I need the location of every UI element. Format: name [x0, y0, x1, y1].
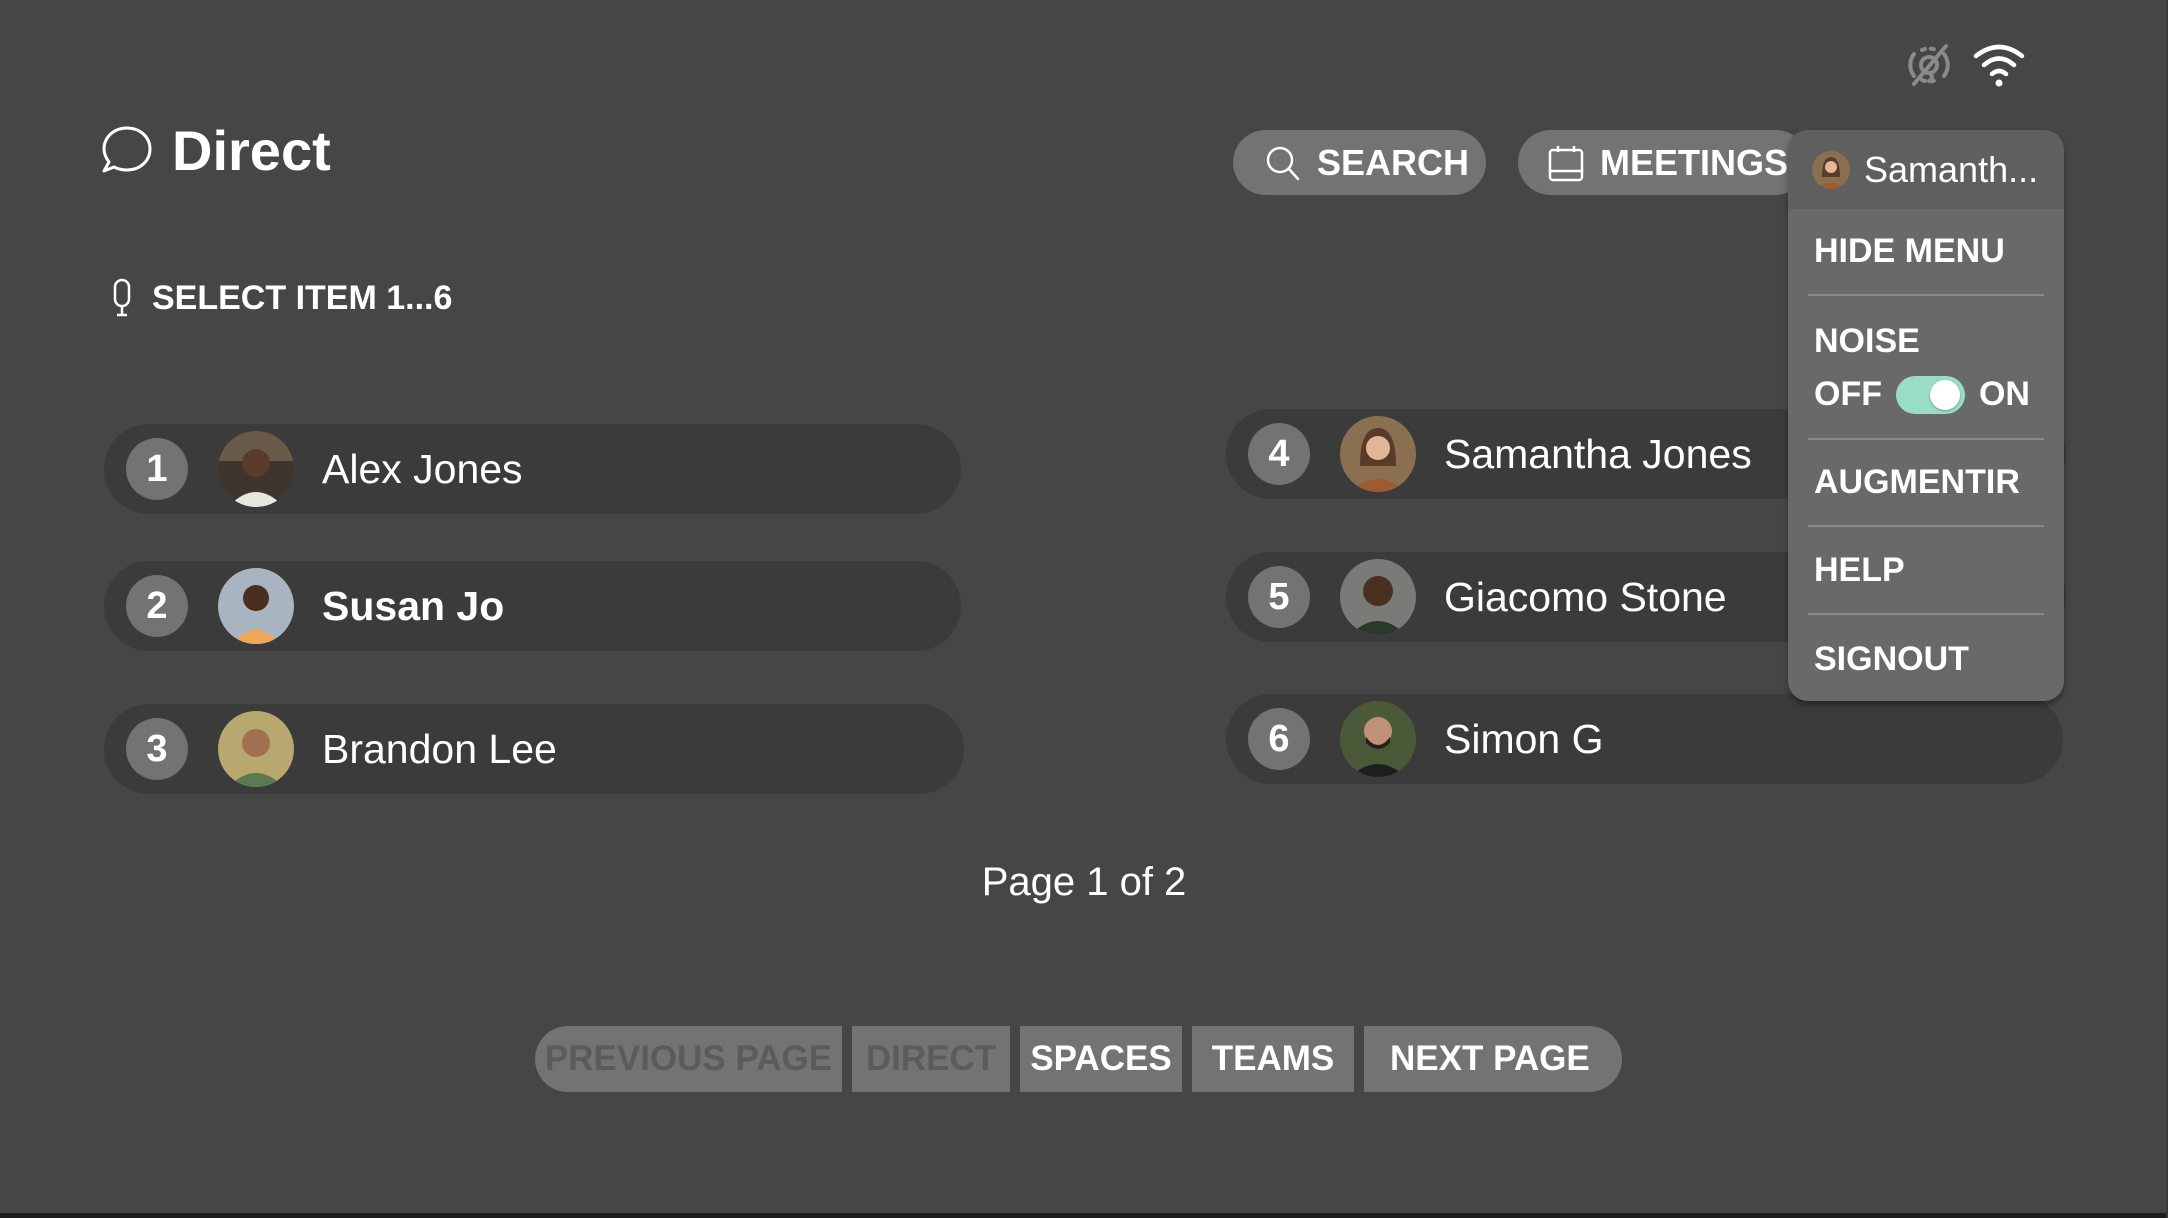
noise-off-label: OFF: [1814, 375, 1882, 413]
contact-name: Brandon Lee: [322, 725, 557, 772]
avatar: [218, 568, 294, 644]
noise-label: NOISE: [1814, 322, 1920, 360]
voice-hint-text: SELECT ITEM 1...6: [152, 278, 453, 317]
item-number-badge: 6: [1248, 708, 1310, 770]
chat-bubble-icon: [100, 124, 154, 178]
page-title: Direct: [100, 118, 331, 183]
direct-tab[interactable]: DIRECT: [852, 1026, 1010, 1092]
item-number-badge: 5: [1248, 566, 1310, 628]
user-menu: Samanth... HIDE MENU NOISE OFF ON AUGMEN…: [1788, 130, 2064, 701]
next-page-button[interactable]: NEXT PAGE: [1364, 1026, 1622, 1092]
search-icon: [1266, 146, 1300, 180]
page-indicator: Page 1 of 2: [981, 860, 1187, 904]
hide-menu-item[interactable]: HIDE MENU: [1788, 209, 2064, 294]
avatar: [218, 431, 294, 507]
camera-off-icon: [1902, 40, 1956, 90]
microphone-icon: [110, 278, 134, 318]
contact-name: Samantha Jones: [1444, 430, 1752, 477]
contact-name: Alex Jones: [322, 445, 523, 492]
avatar: [1340, 559, 1416, 635]
previous-page-button[interactable]: PREVIOUS PAGE: [535, 1026, 842, 1092]
user-avatar: [1812, 150, 1850, 189]
item-number-badge: 3: [126, 718, 188, 780]
item-number-badge: 1: [126, 438, 188, 500]
search-button-label: SEARCH: [1317, 141, 1470, 183]
item-number-badge: 2: [126, 575, 188, 637]
contact-row[interactable]: 1 Alex Jones: [104, 424, 961, 514]
toggle-knob: [1929, 379, 1960, 410]
meetings-button[interactable]: MEETINGS: [1518, 130, 1808, 195]
teams-tab[interactable]: TEAMS: [1192, 1026, 1354, 1092]
contact-row[interactable]: 2 Susan Jo: [104, 561, 961, 651]
avatar: [1340, 701, 1416, 777]
voice-hint: SELECT ITEM 1...6: [110, 278, 452, 318]
noise-toggle[interactable]: [1895, 375, 1965, 414]
search-button[interactable]: SEARCH: [1233, 130, 1486, 195]
page-title-text: Direct: [172, 119, 331, 182]
contact-row[interactable]: 3 Brandon Lee: [104, 704, 964, 794]
user-menu-header[interactable]: Samanth...: [1788, 130, 2064, 209]
avatar: [1340, 416, 1416, 492]
signout-item[interactable]: SIGNOUT: [1788, 615, 2064, 701]
item-number-badge: 4: [1248, 423, 1310, 485]
noise-setting: NOISE OFF ON: [1788, 296, 2064, 438]
avatar: [218, 711, 294, 787]
help-item[interactable]: HELP: [1788, 527, 2064, 613]
augmentir-item[interactable]: AUGMENTIR: [1788, 440, 2064, 525]
meetings-button-label: MEETINGS: [1600, 141, 1789, 183]
contact-name: Giacomo Stone: [1444, 573, 1727, 620]
user-name: Samanth...: [1864, 148, 2039, 190]
contact-row[interactable]: 6 Simon G: [1226, 694, 2063, 784]
bottom-edge: [0, 1213, 2168, 1218]
contact-name: Simon G: [1444, 715, 1604, 762]
wifi-icon: [1972, 40, 2026, 90]
bottom-nav: PREVIOUS PAGE DIRECT SPACES TEAMS NEXT P…: [535, 1026, 1622, 1092]
spaces-tab[interactable]: SPACES: [1020, 1026, 1182, 1092]
contact-name: Susan Jo: [322, 582, 505, 629]
noise-on-label: ON: [1978, 375, 2030, 413]
calendar-icon: [1548, 145, 1584, 181]
